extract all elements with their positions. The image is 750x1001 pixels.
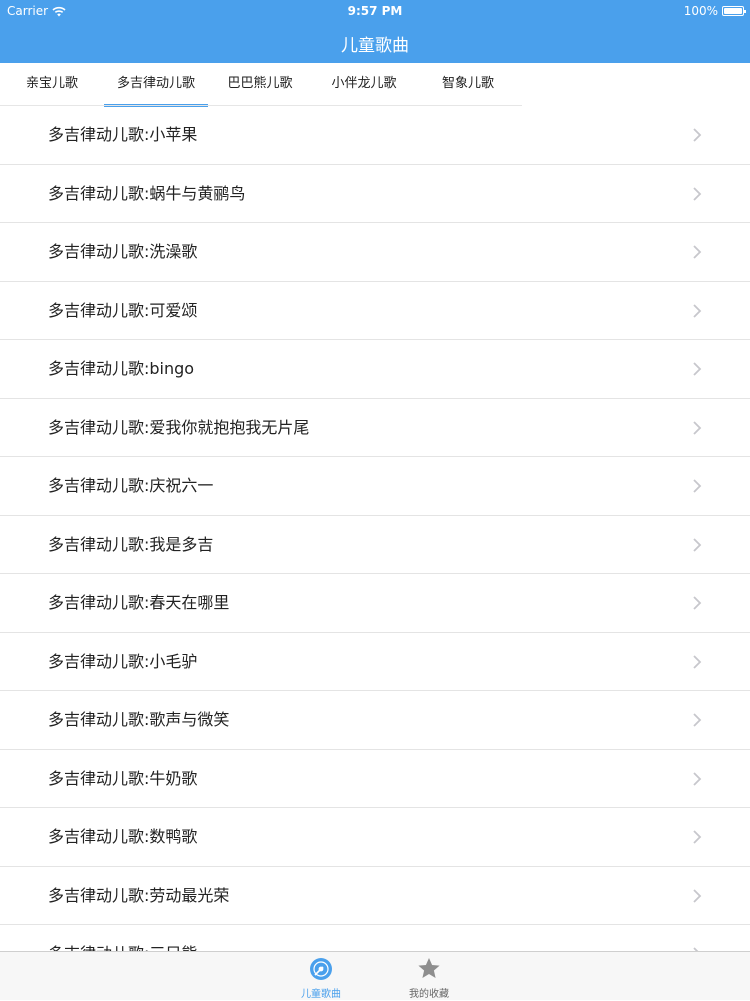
song-title: 多吉律动儿歌:牛奶歌 xyxy=(48,768,198,788)
status-time: 9:57 PM xyxy=(347,4,403,18)
chevron-right-icon xyxy=(693,362,702,376)
tab-zhixiang[interactable]: 智象儿歌 xyxy=(428,63,508,105)
song-list[interactable]: 多吉律动儿歌:小苹果 多吉律动儿歌:蜗牛与黄鹂鸟 多吉律动儿歌:洗澡歌 多吉律动儿歌:… xyxy=(0,106,750,951)
song-title: 多吉律动儿歌:洗澡歌 xyxy=(48,242,198,261)
song-title: 多吉律动儿歌:小苹果 xyxy=(48,125,198,144)
song-row[interactable]: 多吉律动儿歌:庆祝六一 xyxy=(0,457,750,516)
chevron-right-icon xyxy=(693,596,702,610)
song-title: 多吉律动儿歌:三只熊 xyxy=(48,925,197,951)
chevron-right-icon xyxy=(693,537,702,552)
battery-icon xyxy=(722,6,746,16)
song-row[interactable]: 多吉律动儿歌:小毛驴 xyxy=(0,633,750,691)
song-row[interactable]: 多吉律动儿歌:春天在哪里 xyxy=(0,574,750,633)
song-row[interactable]: 多吉律动儿歌:小苹果 xyxy=(0,106,750,165)
song-title: 多吉律动儿歌:小毛驴 xyxy=(48,651,198,671)
song-title: 多吉律动儿歌:蜗牛与黄鹂鸟 xyxy=(48,183,246,203)
song-row[interactable]: 多吉律动儿歌:bingo xyxy=(0,340,750,399)
star-icon xyxy=(418,958,440,978)
song-row[interactable]: 多吉律动儿歌:蜗牛与黄鹂鸟 xyxy=(0,165,750,223)
chevron-right-icon xyxy=(693,888,702,903)
tab-qinbao[interactable]: 亲宝儿歌 xyxy=(12,63,92,105)
song-title: 多吉律动儿歌:劳动最光荣 xyxy=(48,885,230,905)
music-disc-icon xyxy=(310,958,332,980)
page-title: 儿童歌曲 xyxy=(341,36,409,56)
song-row[interactable]: 多吉律动儿歌:歌声与微笑 xyxy=(0,691,750,750)
song-title: 多吉律动儿歌:我是多吉 xyxy=(48,534,214,554)
song-title: 多吉律动儿歌:庆祝六一 xyxy=(48,476,214,495)
song-row[interactable]: 多吉律动儿歌:爱我你就抱抱我无片尾 xyxy=(0,399,750,457)
song-title: 多吉律动儿歌:可爱颂 xyxy=(48,300,198,320)
category-tab-bar: 亲宝儿歌 多吉律动儿歌 巴巴熊儿歌 小伴龙儿歌 智象儿歌 xyxy=(0,63,522,107)
tabbar-label-favorites: 我的收藏 xyxy=(409,989,449,1000)
chevron-right-icon xyxy=(693,713,702,727)
chevron-right-icon xyxy=(693,654,702,669)
chevron-right-icon xyxy=(693,479,702,493)
song-title: 多吉律动儿歌:春天在哪里 xyxy=(48,593,230,612)
song-row[interactable]: 多吉律动儿歌:三只熊 xyxy=(0,925,750,951)
chevron-right-icon xyxy=(693,830,702,844)
tab-duoji[interactable]: 多吉律动儿歌 xyxy=(104,63,208,107)
chevron-right-icon xyxy=(693,303,702,318)
chevron-right-icon xyxy=(693,128,702,142)
song-row[interactable]: 多吉律动儿歌:数鸭歌 xyxy=(0,808,750,867)
tabbar-item-songs[interactable]: 儿童歌曲 xyxy=(281,952,361,1001)
song-title: 多吉律动儿歌:数鸭歌 xyxy=(48,827,198,846)
tabbar-item-favorites[interactable]: 我的收藏 xyxy=(389,952,469,1001)
chevron-right-icon xyxy=(693,186,702,201)
tab-babaxiong[interactable]: 巴巴熊儿歌 xyxy=(220,63,300,105)
bottom-tab-bar: 儿童歌曲 我的收藏 xyxy=(0,951,750,1000)
chevron-right-icon xyxy=(693,771,702,786)
chevron-right-icon xyxy=(693,420,702,435)
song-row[interactable]: 多吉律动儿歌:牛奶歌 xyxy=(0,750,750,808)
song-title: 多吉律动儿歌:歌声与微笑 xyxy=(48,710,230,729)
song-row[interactable]: 多吉律动儿歌:可爱颂 xyxy=(0,282,750,340)
song-title: 多吉律动儿歌:爱我你就抱抱我无片尾 xyxy=(48,417,310,437)
status-bar: Carrier 9:57 PM 100% xyxy=(0,0,750,22)
tab-xiaobanlong[interactable]: 小伴龙儿歌 xyxy=(324,63,404,105)
battery-indicator: 100% xyxy=(683,4,746,18)
battery-percent: 100% xyxy=(683,4,718,18)
navigation-header: Carrier 9:57 PM 100% 儿童歌曲 xyxy=(0,0,750,63)
tabbar-label-songs: 儿童歌曲 xyxy=(301,989,341,1000)
song-row[interactable]: 多吉律动儿歌:洗澡歌 xyxy=(0,223,750,282)
song-title: 多吉律动儿歌:bingo xyxy=(48,359,195,378)
chevron-right-icon xyxy=(693,245,702,259)
song-row[interactable]: 多吉律动儿歌:我是多吉 xyxy=(0,516,750,574)
song-row[interactable]: 多吉律动儿歌:劳动最光荣 xyxy=(0,867,750,925)
